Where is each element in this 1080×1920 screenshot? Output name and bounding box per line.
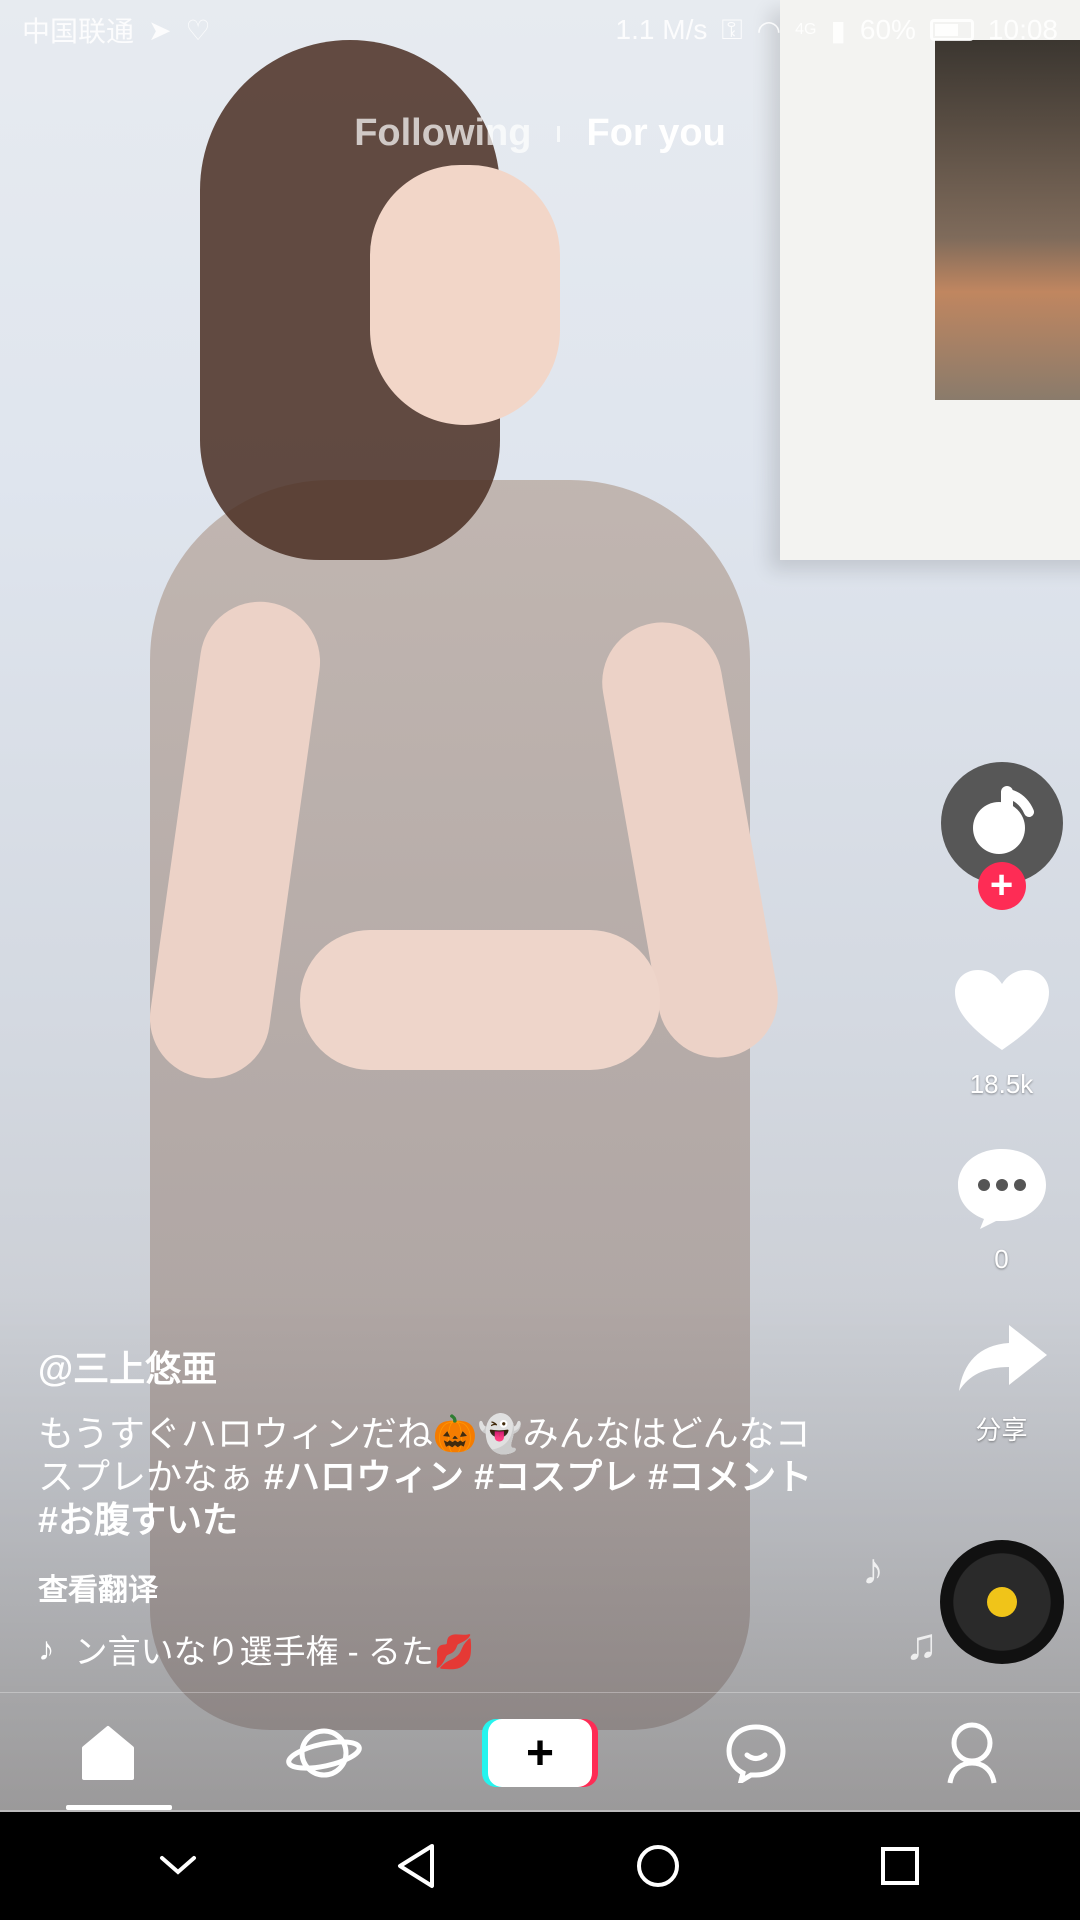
nav-discover[interactable]	[264, 1698, 384, 1808]
inbox-icon	[726, 1724, 786, 1783]
wall-art	[935, 40, 1080, 400]
music-title: ン言いなり選手権 - るた💋	[74, 1633, 475, 1670]
network-type: 4G	[795, 21, 817, 38]
nav-create[interactable]: +	[480, 1698, 600, 1808]
hashtag[interactable]: #コメント	[648, 1456, 812, 1497]
comment-icon[interactable]	[956, 1145, 1048, 1229]
comment-count: 0	[994, 1244, 1009, 1274]
bottom-nav: +	[0, 1692, 1080, 1813]
plus-icon: +	[525, 1726, 555, 1780]
follow-button[interactable]: +	[977, 862, 1026, 910]
like-group: 18.5k	[939, 970, 1064, 1100]
comment-group: 0	[939, 1145, 1064, 1275]
back-icon[interactable]	[394, 1842, 438, 1890]
create-button[interactable]: +	[488, 1719, 592, 1787]
hashtag[interactable]: #ハロウィン	[264, 1456, 464, 1497]
creator-avatar[interactable]: +	[940, 762, 1063, 910]
feed-tabs: Following For you	[0, 112, 1080, 155]
profile-icon	[947, 1722, 997, 1784]
home-icon	[82, 1726, 134, 1780]
recents-icon[interactable]	[878, 1844, 922, 1888]
nav-profile[interactable]	[912, 1698, 1032, 1808]
clock: 10:08	[987, 14, 1058, 45]
health-icon: ♡	[185, 14, 211, 46]
tab-following[interactable]: Following	[354, 112, 531, 155]
net-speed: 1.1 M/s	[615, 14, 708, 45]
music-note-icon: ♪	[862, 1545, 884, 1594]
discover-icon	[286, 1728, 362, 1778]
hashtag[interactable]: #お腹すいた	[38, 1499, 238, 1540]
post-caption: @三上悠亜 もうすぐハロウィンだね🎃👻みんなはどんなコスプレかなぁ #ハロウィン…	[38, 1340, 828, 1609]
battery-icon	[929, 19, 974, 41]
wifi-icon: ◠	[756, 14, 782, 46]
battery-percent: 60%	[859, 14, 916, 45]
tab-divider	[557, 125, 561, 142]
chevron-down-icon[interactable]	[158, 1854, 198, 1878]
music-disc-center	[987, 1587, 1017, 1617]
share-group: 分享	[939, 1325, 1064, 1447]
telegram-icon: ➤	[148, 14, 172, 46]
heart-icon[interactable]	[954, 970, 1049, 1054]
creator-avatar-group: +	[939, 762, 1064, 912]
see-translation-link[interactable]: 查看翻译	[38, 1565, 828, 1609]
like-count: 18.5k	[969, 1069, 1034, 1099]
screen: 中国联通 ➤ ♡ 1.1 M/s ⚿ ◠ 4G ▮ 60% 10:08 Foll…	[0, 0, 1080, 1920]
system-nav-bar	[0, 1812, 1080, 1920]
key-icon: ⚿	[721, 13, 743, 45]
signal-icon: ▮	[830, 14, 846, 46]
music-note-icon: ♫	[905, 1620, 938, 1669]
post-description: もうすぐハロウィンだね🎃👻みんなはどんなコスプレかなぁ #ハロウィン #コスプレ…	[38, 1412, 828, 1541]
share-arrow-icon[interactable]	[957, 1325, 1047, 1395]
person-hands	[300, 930, 660, 1070]
person-face	[370, 165, 560, 425]
music-note-icon: ♪	[38, 1630, 55, 1667]
tab-for-you[interactable]: For you	[586, 112, 725, 155]
music-info[interactable]: ♪ ン言いなり選手権 - るた💋	[38, 1625, 475, 1673]
carrier-label: 中国联通	[22, 16, 135, 47]
home-circle-icon[interactable]	[634, 1842, 682, 1890]
active-tab-indicator	[66, 1805, 172, 1810]
status-bar: 中国联通 ➤ ♡ 1.1 M/s ⚿ ◠ 4G ▮ 60% 10:08	[0, 0, 1080, 60]
nav-home[interactable]	[48, 1698, 172, 1810]
music-disc[interactable]	[940, 1540, 1064, 1664]
creator-username[interactable]: @三上悠亜	[38, 1340, 828, 1392]
share-label: 分享	[975, 1415, 1028, 1445]
hashtag[interactable]: #コスプレ	[474, 1456, 638, 1497]
nav-inbox[interactable]	[696, 1698, 816, 1808]
